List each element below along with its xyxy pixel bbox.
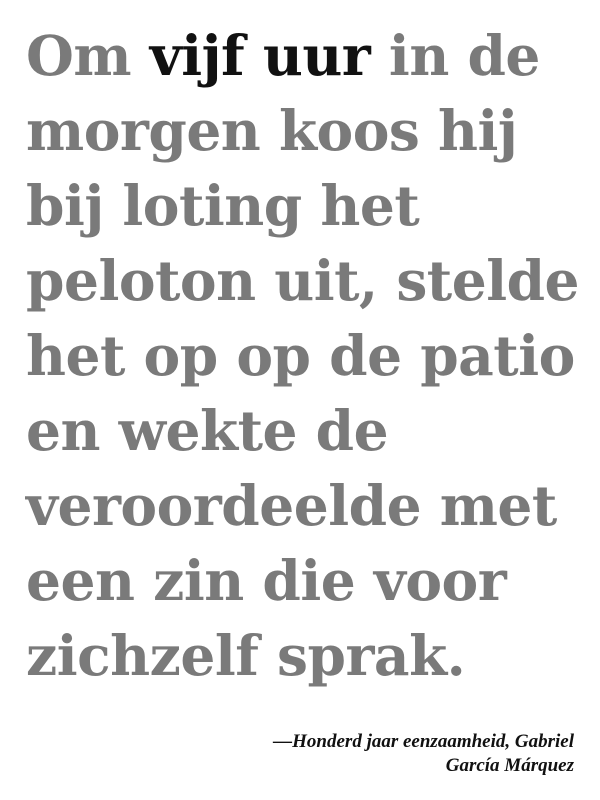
quote-text: Om vijf uur in de morgen koos hij bij lo…: [26, 18, 586, 693]
quote-attribution: —Honderd jaar eenzaamheid, Gabriel Garcí…: [273, 730, 574, 778]
quote-line-1-end: in de: [370, 23, 540, 88]
quote-line-8: een zin die voor: [26, 548, 507, 613]
quote-line-4: peloton uit, stelde: [26, 248, 580, 313]
attribution-line-2: García Márquez: [445, 755, 574, 776]
quote-line-1: Om vijf uur in de: [26, 18, 586, 93]
quote-line-2: morgen koos hij: [26, 98, 518, 163]
quote-line-9: zichzelf sprak.: [26, 623, 466, 688]
quote-line-1-start: Om: [26, 23, 150, 88]
quote-line-7: veroordeelde met: [26, 473, 557, 538]
quote-line-3: bij loting het: [26, 173, 420, 238]
attribution-line-1: —Honderd jaar eenzaamheid, Gabriel: [273, 731, 574, 752]
quote-line-6: en wekte de: [26, 398, 389, 463]
quote-emphasis: vijf uur: [149, 23, 371, 88]
quote-line-5: het op op de patio: [26, 323, 575, 388]
